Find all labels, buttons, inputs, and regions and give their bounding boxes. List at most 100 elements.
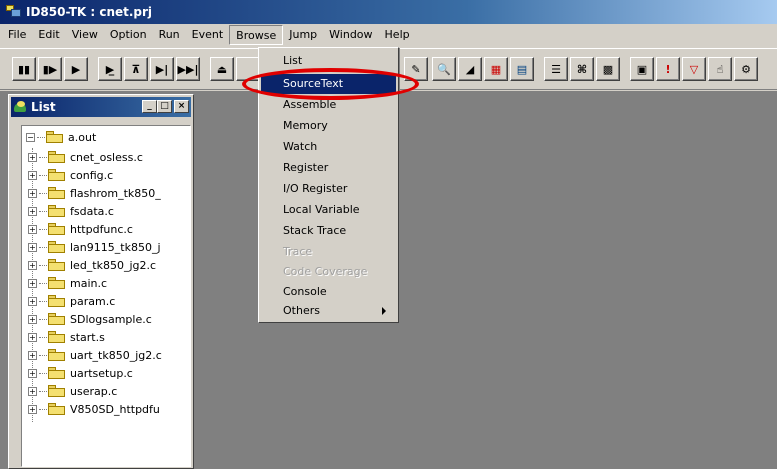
tree-item[interactable]: + lan9115_tk850_j	[28, 239, 161, 255]
expand-icon[interactable]: +	[28, 278, 37, 288]
expand-icon[interactable]: +	[28, 368, 37, 378]
menu-item-code-coverage: Code Coverage	[283, 265, 368, 278]
tree-root-item[interactable]: − a.out	[26, 129, 96, 145]
tree-item[interactable]: + httpdfunc.c	[28, 221, 133, 237]
tree-item[interactable]: + fsdata.c	[28, 203, 114, 219]
menu-jump[interactable]: Jump	[283, 25, 323, 45]
return-icon[interactable]: ▶̲	[98, 57, 122, 81]
expand-icon[interactable]: +	[28, 260, 37, 270]
menu-window[interactable]: Window	[323, 25, 378, 45]
menu-run[interactable]: Run	[153, 25, 186, 45]
menu-item-io-register[interactable]: I/O Register	[261, 179, 396, 199]
expand-icon[interactable]: +	[28, 296, 37, 306]
expand-icon[interactable]: +	[28, 224, 37, 234]
search-icon[interactable]: 🔍	[432, 57, 456, 81]
list-panel-title-bar[interactable]: List _ □ ×	[11, 97, 191, 117]
step-over-icon[interactable]: ▶|	[150, 57, 174, 81]
expand-icon[interactable]: +	[28, 170, 37, 180]
tree-item[interactable]: + start.s	[28, 329, 105, 345]
tree-item[interactable]: + cnet_osless.c	[28, 149, 143, 165]
menu-item-console[interactable]: Console	[261, 282, 396, 302]
hardware-icon[interactable]: ✎	[404, 57, 428, 81]
tree-item[interactable]: + userap.c	[28, 383, 117, 399]
tree-item[interactable]: + uartsetup.c	[28, 365, 133, 381]
list-panel: List _ □ × − a.out + cnet_osless.c + confi…	[8, 94, 194, 469]
chart-icon[interactable]: ◢	[458, 57, 482, 81]
menu-help[interactable]: Help	[379, 25, 416, 45]
minimize-button[interactable]: _	[142, 100, 157, 113]
expand-icon[interactable]: +	[28, 350, 37, 360]
tree-item[interactable]: + led_tk850_jg2.c	[28, 257, 156, 273]
collapse-icon[interactable]: −	[26, 132, 35, 142]
filter-icon[interactable]: ▽	[682, 57, 706, 81]
expand-icon[interactable]: +	[28, 386, 37, 396]
title-bar[interactable]: ID850-TK : cnet.prj	[0, 0, 777, 24]
step-in-icon[interactable]: ⊼	[124, 57, 148, 81]
stack-icon[interactable]: ☰	[544, 57, 568, 81]
eject-icon[interactable]: ⏏	[210, 57, 234, 81]
register-icon[interactable]: ▦	[484, 57, 508, 81]
tree-item-label: uart_tk850_jg2.c	[70, 348, 162, 362]
tree-item[interactable]: + config.c	[28, 167, 113, 183]
folder-icon	[48, 277, 66, 289]
menu-edit[interactable]: Edit	[32, 25, 65, 45]
close-button[interactable]: ×	[174, 100, 189, 113]
menu-browse[interactable]: Browse	[229, 25, 284, 45]
file-tree: − a.out + cnet_osless.c + config.c + flashr…	[21, 125, 191, 467]
toolbar-icon-partial[interactable]	[236, 57, 260, 81]
menu-view[interactable]: View	[66, 25, 104, 45]
tree-item-label: fsdata.c	[70, 204, 114, 218]
tree-item-label: start.s	[70, 330, 105, 344]
fast-forward-icon[interactable]: ▶▶|	[176, 57, 200, 81]
menu-item-others[interactable]: Others	[261, 301, 396, 321]
menu-item-register[interactable]: Register	[261, 158, 396, 178]
tree-item[interactable]: + param.c	[28, 293, 115, 309]
menu-item-watch[interactable]: Watch	[261, 137, 396, 157]
expand-icon[interactable]: +	[28, 404, 37, 414]
menu-item-memory[interactable]: Memory	[261, 116, 396, 136]
maximize-button[interactable]: □	[157, 100, 172, 113]
expand-icon[interactable]: +	[28, 242, 37, 252]
menu-item-assemble[interactable]: Assemble	[261, 95, 396, 115]
folder-open-icon	[46, 131, 64, 143]
restart-icon[interactable]: ▮▶	[38, 57, 62, 81]
menu-item-stack-trace[interactable]: Stack Trace	[261, 221, 396, 241]
folder-icon	[48, 151, 66, 163]
submenu-arrow-icon	[382, 307, 386, 315]
stop-icon[interactable]: ▮▮	[12, 57, 36, 81]
memory-icon[interactable]: ▤	[510, 57, 534, 81]
expand-icon[interactable]: +	[28, 314, 37, 324]
folder-icon	[48, 367, 66, 379]
expand-icon[interactable]: +	[28, 206, 37, 216]
expand-icon[interactable]: +	[28, 188, 37, 198]
menu-item-local-variable[interactable]: Local Variable	[261, 200, 396, 220]
menu-event[interactable]: Event	[186, 25, 230, 45]
menu-option[interactable]: Option	[104, 25, 153, 45]
browse-menu-dropdown: List SourceText Assemble Memory Watch Re…	[258, 47, 399, 323]
expand-icon[interactable]: +	[28, 332, 37, 342]
tree-item-label: V850SD_httpdfu	[70, 402, 160, 416]
folder-icon	[48, 385, 66, 397]
tree-item[interactable]: + main.c	[28, 275, 107, 291]
menu-item-list[interactable]: List	[261, 51, 396, 71]
tree-item-label: lan9115_tk850_j	[70, 240, 161, 254]
expand-icon[interactable]: +	[28, 152, 37, 162]
run-icon[interactable]: ▶	[64, 57, 88, 81]
list-panel-icon	[14, 101, 28, 113]
tree-item[interactable]: + flashrom_tk850_	[28, 185, 161, 201]
tree-item[interactable]: + V850SD_httpdfu	[28, 401, 160, 417]
hand-icon[interactable]: ☝	[708, 57, 732, 81]
trace-icon[interactable]: ⌘	[570, 57, 594, 81]
tree-item[interactable]: + SDlogsample.c	[28, 311, 152, 327]
coverage-icon[interactable]: ▩	[596, 57, 620, 81]
menu-item-sourcetext[interactable]: SourceText	[261, 74, 396, 94]
console-icon[interactable]: ▣	[630, 57, 654, 81]
gear-icon[interactable]: ⚙	[734, 57, 758, 81]
folder-icon	[48, 169, 66, 181]
folder-icon	[48, 241, 66, 253]
menu-file[interactable]: File	[2, 25, 32, 45]
tree-item[interactable]: + uart_tk850_jg2.c	[28, 347, 162, 363]
list-panel-title: List	[31, 100, 56, 114]
event-icon[interactable]: !	[656, 57, 680, 81]
tree-item-label: flashrom_tk850_	[70, 186, 161, 200]
